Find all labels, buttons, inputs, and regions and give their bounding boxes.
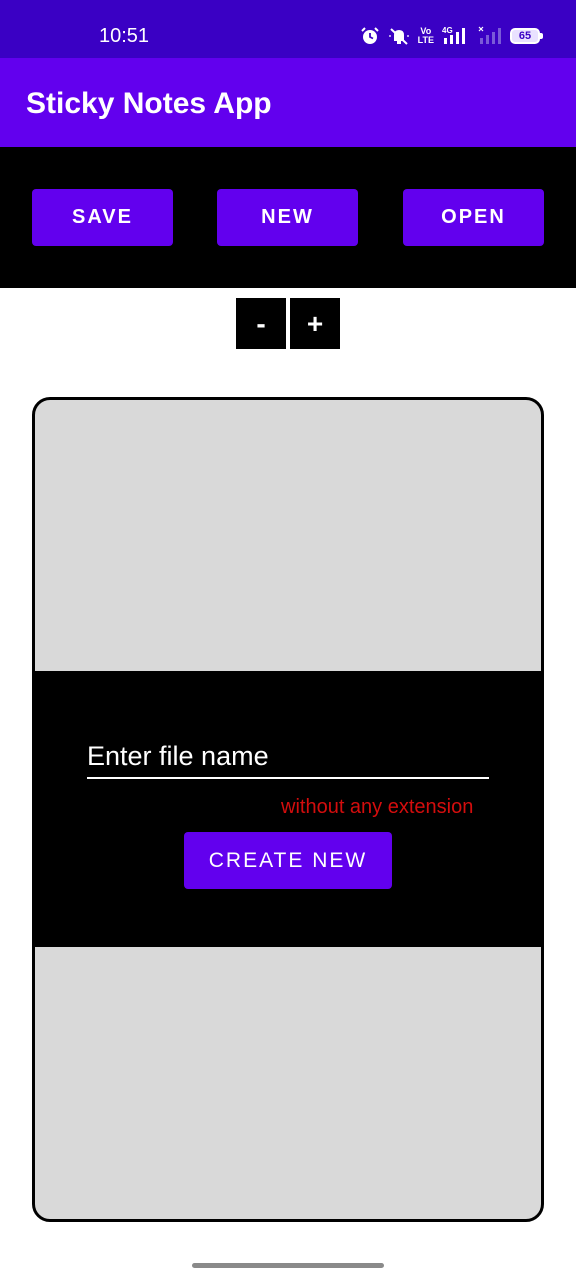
svg-text:4G: 4G [442,26,453,35]
save-button[interactable]: SAVE [32,189,173,246]
file-name-input[interactable] [87,735,489,779]
toolbar: SAVE NEW OPEN [0,147,576,288]
status-icons: Vo LTE 4G 65 [360,24,543,48]
create-new-button[interactable]: CREATE NEW [184,832,392,889]
file-name-hint: without any extension [281,796,474,818]
open-button[interactable]: OPEN [403,189,544,246]
app-title: Sticky Notes App [26,87,272,120]
zoom-out-button[interactable]: - [236,298,286,349]
home-indicator[interactable] [192,1263,384,1268]
mute-icon [388,26,410,46]
new-button[interactable]: NEW [217,189,358,246]
signal-icon: 4G [442,26,470,46]
signal-weak-icon [478,26,502,46]
volte-icon: Vo LTE [417,26,434,45]
status-bar: 10:51 Vo LTE 4G 65 [0,0,576,58]
battery-icon: 65 [510,28,543,44]
zoom-in-button[interactable]: + [290,298,340,349]
app-bar: Sticky Notes App [0,58,576,147]
status-time: 10:51 [99,25,150,47]
new-file-dialog: without any extension CREATE NEW [34,671,542,947]
alarm-icon [360,26,380,46]
